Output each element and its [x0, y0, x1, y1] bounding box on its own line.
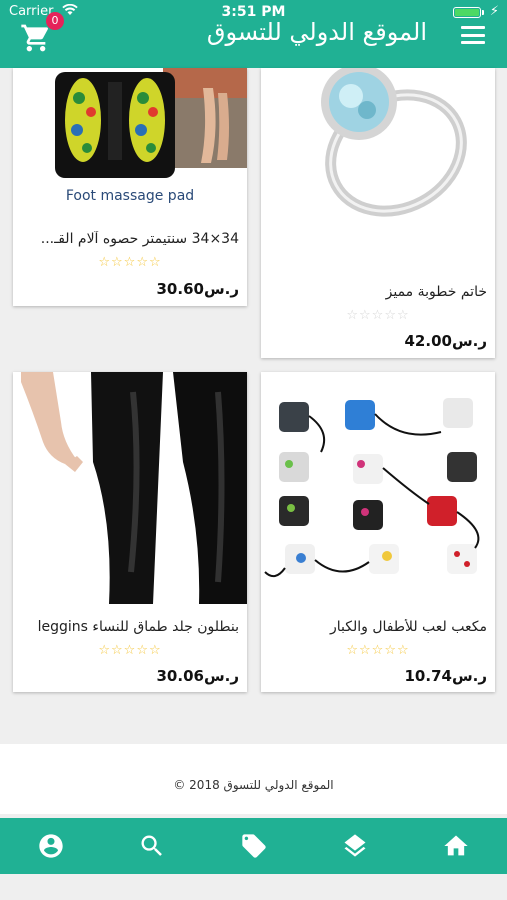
rating-stars: ☆☆☆☆☆: [98, 643, 162, 658]
product-image-leggings: [13, 372, 247, 604]
product-card-ring[interactable]: خاتم خطوبة مميز ☆☆☆☆☆ 42.00ر.س: [261, 68, 495, 358]
layers-icon: [344, 834, 366, 857]
menu-button[interactable]: [461, 26, 485, 44]
page-title: الموقع الدولي للتسوق: [206, 18, 427, 46]
product-name: خاتم خطوبة مميز: [385, 284, 487, 300]
app-header: Carrier 3:51 PM ⚡ 0 الموقع الدولي للتسوق: [0, 0, 507, 68]
account-icon: [39, 834, 63, 858]
tag-icon: [242, 834, 266, 858]
product-image-caption: Foot massage pad: [65, 188, 195, 204]
product-name: بنطلون جلد طماق للنساء leggins: [37, 619, 239, 635]
battery-icon: [453, 7, 484, 18]
product-price: 10.74ر.س: [404, 667, 488, 685]
product-image-foot-pad: Foot massage pad: [13, 68, 247, 218]
tab-search[interactable]: [138, 832, 166, 860]
rating-stars: ☆☆☆☆☆: [346, 308, 410, 323]
menu-icon: [461, 26, 485, 29]
product-card-foot-pad[interactable]: Foot massage pad 34×34 سنتيمتر حصوه آلام…: [13, 68, 247, 306]
product-card-leggings[interactable]: بنطلون جلد طماق للنساء leggins ☆☆☆☆☆ 30.…: [13, 372, 247, 692]
home-icon: [444, 835, 468, 856]
rating-stars: ☆☆☆☆☆: [346, 643, 410, 658]
tab-categories[interactable]: [341, 832, 369, 860]
product-card-fidget-cube[interactable]: مكعب لعب للأطفال والكبار ☆☆☆☆☆ 10.74ر.س: [261, 372, 495, 692]
bottom-strip: [0, 874, 507, 900]
tab-offers[interactable]: [240, 832, 268, 860]
product-price: 42.00ر.س: [404, 332, 488, 350]
charging-icon: ⚡: [489, 4, 499, 19]
cart-count-badge: 0: [46, 12, 64, 30]
product-price: 30.60ر.س: [156, 280, 240, 298]
product-name: 34×34 سنتيمتر حصوه آلام القـ...: [40, 231, 239, 247]
product-name: مكعب لعب للأطفال والكبار: [329, 619, 487, 635]
tab-account[interactable]: [37, 832, 65, 860]
product-price: 30.06ر.س: [156, 667, 240, 685]
page-footer: © 2018 الموقع الدولي للتسوق: [0, 744, 507, 814]
product-image-ring: [261, 68, 495, 273]
copyright-text: © 2018 الموقع الدولي للتسوق: [173, 778, 334, 792]
tab-home[interactable]: [442, 832, 470, 860]
bottom-tab-bar: [0, 818, 507, 874]
product-image-fidget-cube: [261, 372, 495, 604]
rating-stars: ☆☆☆☆☆: [98, 255, 162, 270]
search-icon: [141, 835, 162, 856]
